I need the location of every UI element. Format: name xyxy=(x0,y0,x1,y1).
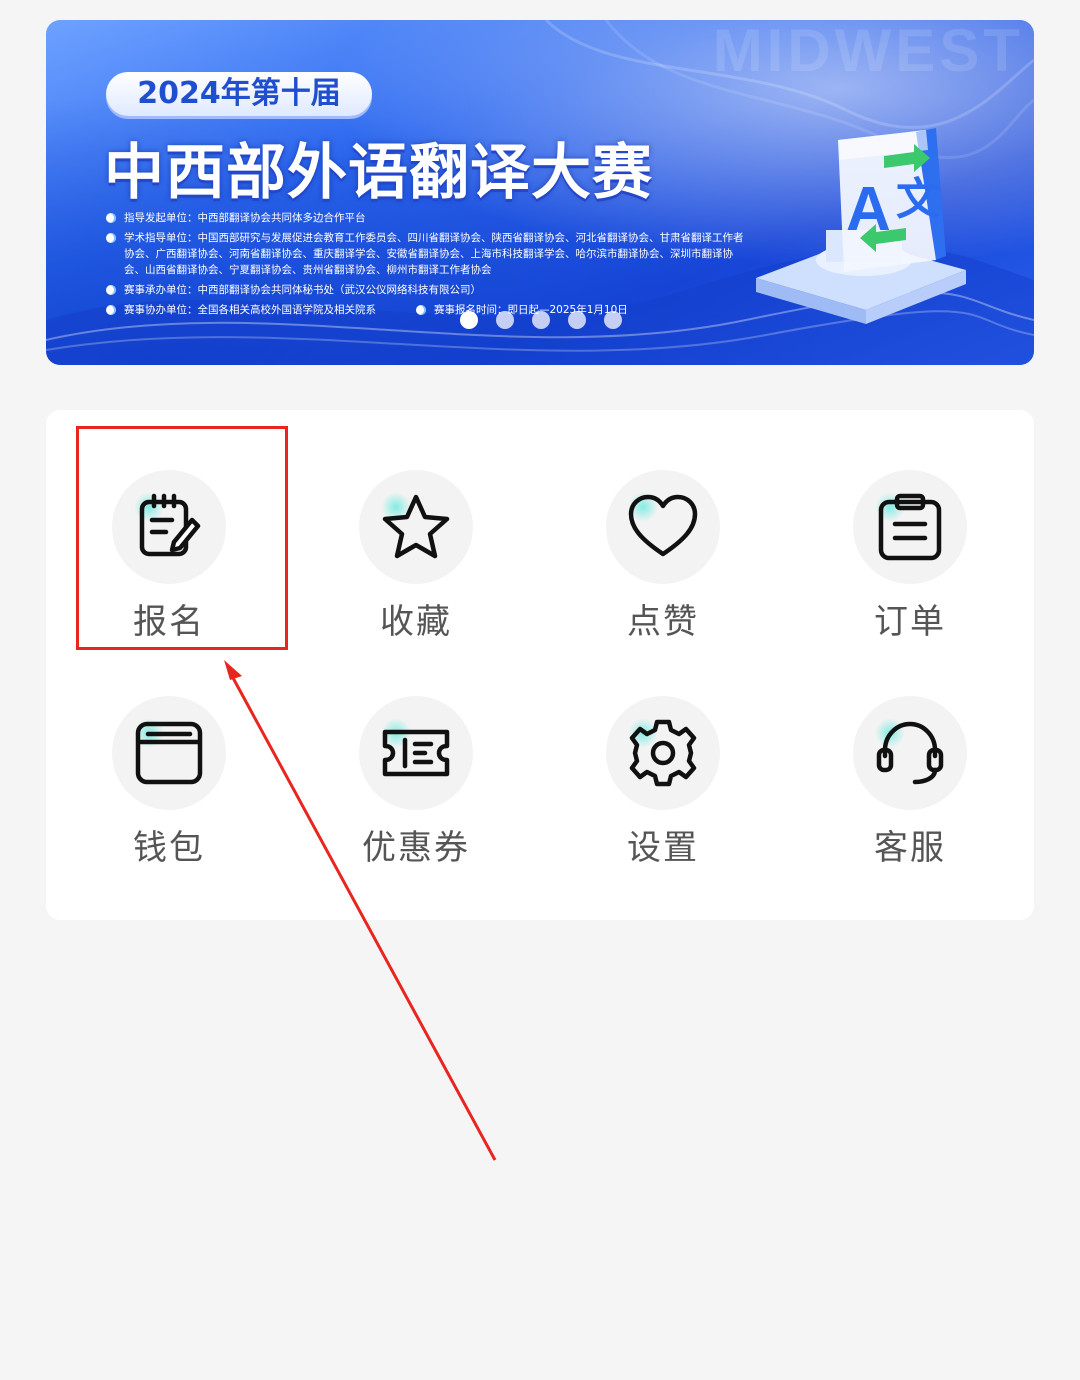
banner-watermark: MIDWEST xyxy=(712,20,1024,84)
banner-info-list: 指导发起单位：中西部翻译协会共同体多边合作平台 学术指导单位：中国西部研究与发展… xyxy=(106,210,746,322)
menu-item-customer-service[interactable]: 客服 xyxy=(810,696,1010,896)
icon-circle xyxy=(606,470,720,584)
translate-book-icon: A 文 xyxy=(756,128,966,324)
translate-book-illustration: A 文 xyxy=(746,110,976,330)
carousel-dot[interactable] xyxy=(496,311,514,329)
menu-item-coupons[interactable]: 优惠券 xyxy=(316,696,516,896)
star-icon xyxy=(382,494,450,559)
icon-circle xyxy=(853,696,967,810)
menu-item-wallet[interactable]: 钱包 xyxy=(69,696,269,896)
menu-item-label: 客服 xyxy=(874,828,946,868)
banner-info-line: 赛事协办单位：全国各相关高校外国语学院及相关院系 xyxy=(106,302,376,318)
carousel-indicator xyxy=(460,311,622,329)
bullet-icon xyxy=(106,285,116,295)
icon-circle xyxy=(359,696,473,810)
banner-info-line: 赛事承办单位：中西部翻译协会共同体秘书处（武汉公仪网络科技有限公司） xyxy=(106,282,746,298)
banner-info-text: 学术指导单位：中国西部研究与发展促进会教育工作委员会、四川省翻译协会、陕西省翻译… xyxy=(124,232,744,276)
menu-item-settings[interactable]: 设置 xyxy=(563,696,763,896)
icon-circle xyxy=(359,470,473,584)
menu-item-label: 优惠券 xyxy=(362,828,470,868)
carousel-dot[interactable] xyxy=(568,311,586,329)
banner-edition-badge: 2024年第十届 xyxy=(106,72,372,116)
coupon-icon xyxy=(382,729,450,777)
banner-info-text: 赛事承办单位：中西部翻译协会共同体秘书处（武汉公仪网络科技有限公司） xyxy=(124,284,481,296)
carousel-dot[interactable] xyxy=(460,311,478,329)
carousel-dot[interactable] xyxy=(604,311,622,329)
icon-circle xyxy=(112,696,226,810)
headset-icon xyxy=(876,721,944,785)
banner-title: 中西部外语翻译大赛 xyxy=(104,138,653,208)
bullet-icon xyxy=(106,233,116,243)
menu-item-likes[interactable]: 点赞 xyxy=(563,470,763,670)
icon-circle xyxy=(853,470,967,584)
promo-banner[interactable]: MIDWEST 2024年第十届 中西部外语翻译大赛 指导发起单位：中西部翻译协… xyxy=(46,20,1034,365)
menu-item-label: 订单 xyxy=(874,602,946,642)
icon-circle xyxy=(606,696,720,810)
wallet-icon xyxy=(135,721,203,785)
bullet-icon xyxy=(416,305,426,315)
letter-wen: 文 xyxy=(896,174,940,225)
banner-info-line: 指导发起单位：中西部翻译协会共同体多边合作平台 xyxy=(106,210,746,226)
banner-info-line: 学术指导单位：中国西部研究与发展促进会教育工作委员会、四川省翻译协会、陕西省翻译… xyxy=(106,230,746,278)
banner-info-text: 指导发起单位：中西部翻译协会共同体多边合作平台 xyxy=(124,212,366,224)
menu-item-orders[interactable]: 订单 xyxy=(810,470,1010,670)
menu-item-favorites[interactable]: 收藏 xyxy=(316,470,516,670)
menu-item-label: 设置 xyxy=(627,828,699,868)
letter-a: A xyxy=(846,175,891,244)
banner-info-bottom-row: 赛事协办单位：全国各相关高校外国语学院及相关院系 赛事报名时间：即日起—2025… xyxy=(106,302,746,322)
menu-item-label: 钱包 xyxy=(133,828,205,868)
annotation-highlight-box xyxy=(76,426,288,650)
menu-item-label: 收藏 xyxy=(380,602,452,642)
clipboard-icon xyxy=(878,493,942,561)
heart-icon xyxy=(628,494,698,557)
banner-info-text: 赛事协办单位：全国各相关高校外国语学院及相关院系 xyxy=(124,304,376,316)
menu-item-label: 点赞 xyxy=(627,602,699,642)
bullet-icon xyxy=(106,213,116,223)
carousel-dot[interactable] xyxy=(532,311,550,329)
gear-icon xyxy=(629,719,697,787)
bullet-icon xyxy=(106,305,116,315)
